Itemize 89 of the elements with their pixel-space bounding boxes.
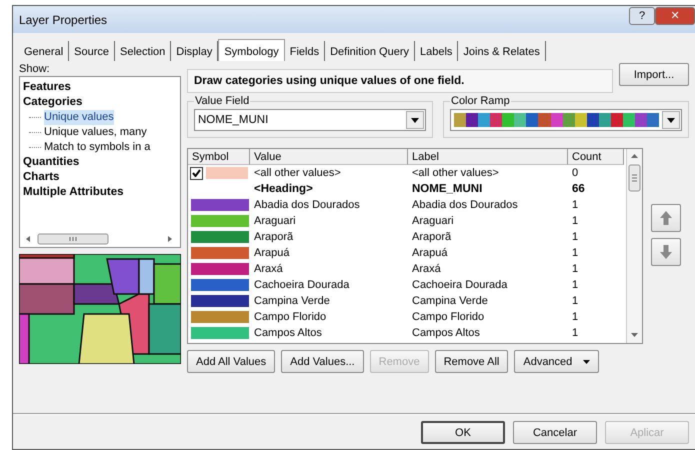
symbol-swatch[interactable] [190, 326, 250, 340]
table-cell-text: 66 [571, 182, 586, 197]
tree-item[interactable]: Quantities [23, 155, 177, 170]
table-cell-text: NOME_MUNI [411, 182, 484, 197]
table-cell-text: 1 [571, 310, 580, 325]
close-button[interactable]: ✕ [655, 6, 695, 24]
table-cell-text: <all other values> [253, 166, 342, 181]
table-cell-text: Campo Florido [253, 310, 328, 325]
column-header[interactable]: Label [408, 149, 568, 165]
caret-icon[interactable] [667, 118, 675, 122]
table-action-button[interactable]: Add Values... [281, 350, 364, 373]
tab[interactable]: Definition Query [325, 41, 415, 61]
value-field-label: Value Field [194, 95, 250, 107]
tab[interactable]: General [19, 41, 70, 61]
color-ramp-label: Color Ramp [450, 95, 511, 107]
down-arrow-icon[interactable] [659, 244, 673, 260]
symbol-swatch[interactable] [190, 230, 250, 244]
table-cell-text: 1 [571, 278, 580, 293]
tree-item[interactable]: Multiple Attributes [23, 185, 177, 200]
table-cell-text: <Heading> [253, 182, 314, 197]
symbol-swatch[interactable] [205, 166, 249, 180]
symbol-swatch[interactable] [190, 246, 250, 260]
show-label: Show: [19, 63, 51, 76]
table-cell-text: 1 [571, 214, 580, 229]
table-cell-text: Araguari [253, 214, 297, 229]
caret-icon[interactable] [411, 118, 419, 122]
table-cell-text: 0 [571, 166, 580, 181]
scroll-bar-icon[interactable] [626, 149, 642, 343]
tree-item[interactable]: Unique values [44, 110, 114, 125]
help-button[interactable]: ? [629, 6, 655, 24]
tab[interactable]: Selection [115, 41, 172, 61]
table-cell-text: 1 [571, 246, 580, 261]
table-action-button[interactable]: Advanced [514, 350, 600, 373]
table-cell-text: Araguari [411, 214, 455, 229]
scroll-bar-icon[interactable] [24, 233, 174, 245]
symbol-swatch[interactable] [190, 310, 250, 324]
table-cell-text: 1 [571, 294, 580, 309]
window-title: Layer Properties [19, 12, 108, 26]
symbol-swatch[interactable] [190, 278, 250, 292]
table-action-button[interactable]: Add All Values [187, 350, 276, 373]
tab[interactable]: Joins & Relates [458, 41, 546, 61]
up-arrow-icon[interactable] [659, 210, 673, 226]
move-down-button[interactable] [651, 238, 681, 266]
description-text: Draw categories using unique values of one field. [187, 69, 613, 93]
table-cell-text: Campo Florido [411, 310, 486, 325]
table-cell-text: 1 [571, 230, 580, 245]
table-cell-text: 1 [571, 326, 580, 341]
color-ramp-dropdown[interactable] [450, 109, 682, 131]
tree-item[interactable]: Unique values, many [44, 125, 147, 140]
table-cell-text: Araxá [253, 262, 284, 277]
table-cell-text: Campos Altos [253, 326, 323, 341]
column-header[interactable]: Value [250, 149, 408, 165]
tree-item[interactable]: Charts [23, 170, 177, 185]
value-field-dropdown[interactable]: NOME_MUNI [194, 109, 426, 131]
table-cell-text: Araxá [411, 262, 442, 277]
symbol-swatch[interactable] [190, 214, 250, 228]
tab[interactable]: Fields [284, 41, 326, 61]
table-cell-text: <all other values> [411, 166, 500, 181]
move-up-button[interactable] [651, 204, 681, 232]
table-cell-text: Abadia dos Dourados [253, 198, 361, 213]
tree-item[interactable]: Features [23, 80, 177, 95]
checkbox[interactable] [190, 166, 203, 180]
table-cell-text: 1 [571, 262, 580, 277]
tree-item[interactable]: Categories [23, 95, 177, 110]
table-cell-text: Campina Verde [411, 294, 489, 309]
dialog-button[interactable]: OK [421, 421, 505, 444]
table-cell-text: Cachoeira Dourada [253, 278, 350, 293]
table-cell-text: Abadia dos Dourados [411, 198, 519, 213]
tab[interactable]: Source [69, 41, 115, 61]
table-cell-text: Arapuá [253, 246, 290, 261]
dialog-button[interactable]: Cancelar [513, 421, 597, 444]
caret-icon[interactable] [583, 360, 590, 364]
table-cell-text: Cachoeira Dourada [411, 278, 508, 293]
table-cell-text: Araporã [253, 230, 294, 245]
table-cell-text: Campos Altos [411, 326, 481, 341]
table-cell-text: Arapuá [411, 246, 448, 261]
column-header[interactable]: Count [568, 149, 624, 165]
tab[interactable]: Symbology [218, 39, 285, 61]
tab[interactable]: Labels [414, 41, 458, 61]
table-cell-text: 1 [571, 198, 580, 213]
symbol-swatch[interactable] [190, 262, 250, 276]
tree-item[interactable]: Match to symbols in a [44, 140, 150, 155]
column-header[interactable]: Symbol [188, 149, 250, 165]
table-cell-text: Campina Verde [253, 294, 331, 309]
symbol-swatch[interactable] [190, 294, 250, 308]
table-cell-text: Araporã [411, 230, 452, 245]
symbol-swatch[interactable] [190, 198, 250, 212]
import-button[interactable]: Import... [619, 63, 689, 86]
table-action-button[interactable]: Remove All [434, 350, 508, 373]
